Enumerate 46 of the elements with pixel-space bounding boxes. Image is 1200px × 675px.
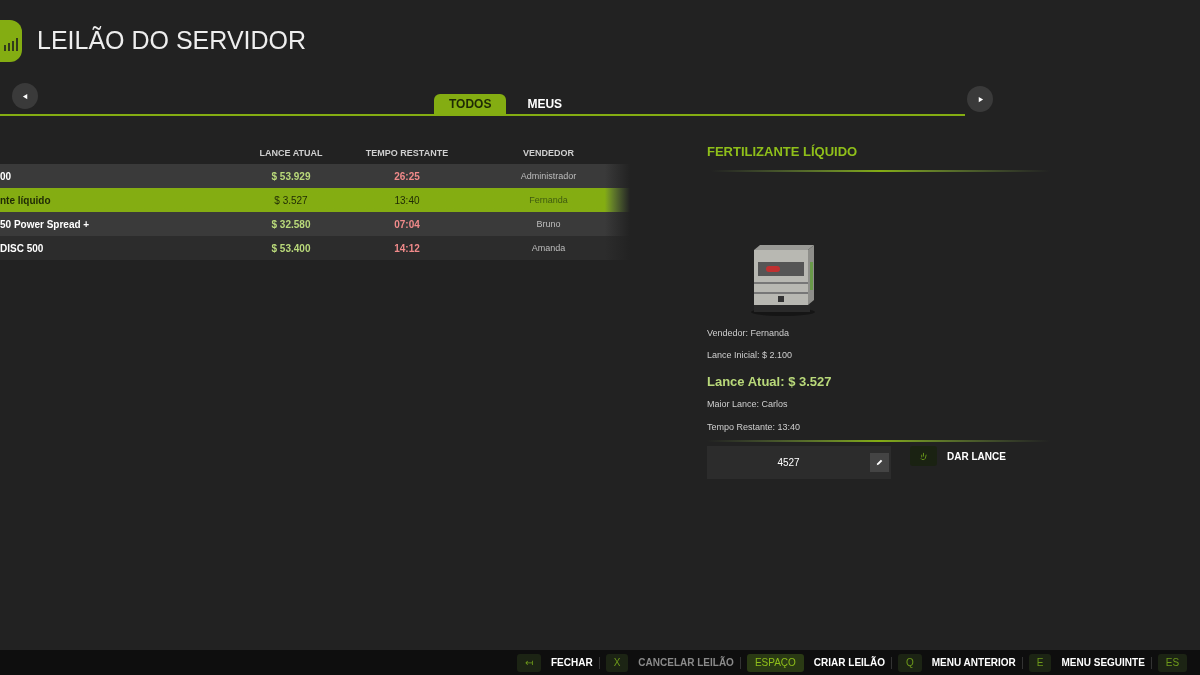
- tab[interactable]: TODOS: [433, 94, 507, 114]
- seller-info: Vendedor: Fernanda: [707, 326, 791, 340]
- left-arrow-icon: [21, 92, 29, 100]
- key-hint: ES: [1157, 653, 1188, 672]
- key-hint: X: [605, 653, 629, 672]
- item-name: 50 Power Spread +: [0, 218, 90, 230]
- column-header: VENDEDOR: [523, 148, 574, 159]
- auction-row[interactable]: nte líquido $ 3.527 13:40 Fernanda: [0, 188, 630, 212]
- key-hint: E: [1028, 653, 1052, 672]
- seller: Fernanda: [529, 195, 568, 206]
- current-bid: $ 32.580: [271, 218, 311, 230]
- time-remaining: 07:04: [394, 218, 420, 230]
- edit-icon[interactable]: [870, 453, 889, 472]
- tab[interactable]: MEUS: [510, 94, 580, 114]
- time-left: Tempo Restante: 13:40: [707, 420, 802, 434]
- page-title: LEILÃO DO SERVIDOR: [37, 25, 307, 57]
- seller: Bruno: [536, 219, 561, 230]
- current-bid: $ 53.400: [271, 242, 311, 254]
- footer-action[interactable]: FECHAR: [551, 655, 593, 670]
- time-remaining: 14:12: [394, 242, 420, 254]
- footer-action[interactable]: MENU SEGUINTE: [1061, 655, 1145, 670]
- top-bidder: Maior Lance: Carlos: [707, 398, 789, 411]
- item-name: DISC 500: [0, 242, 44, 254]
- current-bid: $ 53.929: [271, 170, 311, 182]
- place-bid-button[interactable]: DAR LANCE: [910, 446, 1006, 466]
- key-hint: ESPAÇO: [746, 653, 804, 672]
- start-bid: Lance Inicial: $ 2.100: [707, 349, 794, 362]
- item-name: nte líquido: [0, 194, 51, 206]
- previous-button[interactable]: [12, 83, 38, 109]
- time-remaining: 26:25: [394, 170, 420, 182]
- column-header: TEMPO RESTANTE: [365, 148, 449, 159]
- column-header: LANCE ATUAL: [259, 148, 323, 159]
- time-remaining: 13:40: [394, 194, 420, 206]
- seller: Administrador: [520, 171, 577, 182]
- item-name: 00: [0, 170, 12, 182]
- next-button[interactable]: [967, 86, 993, 112]
- footer-action[interactable]: MENU ANTERIOR: [931, 655, 1016, 670]
- key-hint: ↤: [517, 653, 541, 672]
- current-bid-large: Lance Atual: $ 3.527: [707, 372, 833, 391]
- item-title: FERTILIZANTE LÍQUIDO: [707, 143, 859, 161]
- hand-icon: [910, 446, 937, 466]
- right-arrow-icon: [976, 95, 984, 103]
- current-bid: $ 3.527: [274, 194, 308, 206]
- key-hint: Q: [897, 653, 922, 672]
- seller: Amanda: [531, 243, 566, 254]
- footer-action[interactable]: CRIAR LEILÃO: [813, 655, 885, 670]
